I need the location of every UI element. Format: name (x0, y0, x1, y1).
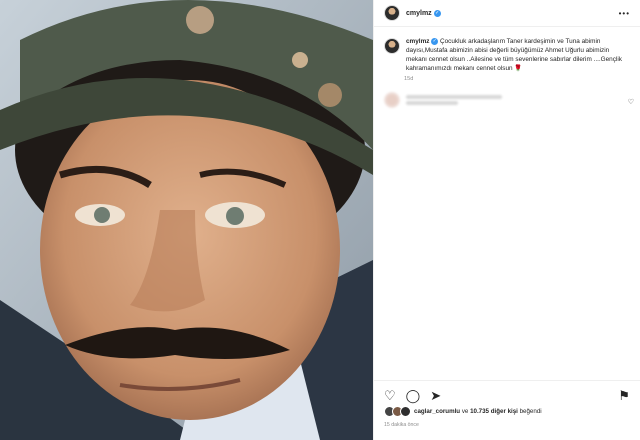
comment-avatar[interactable] (384, 92, 400, 108)
caption-block: cmylmz ✓ Çocukluk arkadaşlarım Taner kar… (374, 27, 640, 73)
likes-text: caglar_corumlu ve 10.735 diğer kişi beğe… (414, 408, 542, 415)
caption-verified-icon: ✓ (431, 37, 439, 45)
post-time: 15 dakika önce (384, 422, 419, 428)
avatar[interactable] (384, 5, 400, 21)
post-header: cmylmz ✓ ••• (374, 0, 640, 27)
like-icon[interactable]: ♡ (384, 389, 396, 402)
caption: cmylmz ✓ Çocukluk arkadaşlarım Taner kar… (406, 37, 630, 73)
likes-connector: ve (460, 408, 471, 415)
action-bar: ♡ ◯ ➤ ⚑ (374, 380, 640, 409)
comment-blurred-text (406, 93, 502, 107)
username[interactable]: cmylmz (406, 10, 432, 17)
liker-username[interactable]: caglar_corumlu (414, 408, 460, 415)
comment-like-icon[interactable]: ♡ (628, 98, 634, 106)
save-icon[interactable]: ⚑ (618, 389, 630, 402)
portrait-image (0, 0, 373, 440)
verified-badge-icon: ✓ (433, 9, 441, 17)
comment-icon[interactable]: ◯ (406, 389, 421, 402)
share-icon[interactable]: ➤ (430, 389, 441, 402)
post-side-panel: cmylmz ✓ ••• cmylmz ✓ Çocukluk arkadaşla… (373, 0, 640, 440)
more-options-icon[interactable]: ••• (619, 9, 630, 18)
likes-count[interactable]: 10.735 diğer kişi (470, 408, 518, 415)
caption-avatar[interactable] (384, 38, 400, 54)
caption-username[interactable]: cmylmz (406, 38, 429, 45)
likes-suffix: beğendi (517, 408, 542, 415)
rose-emoji: 🌹 (514, 65, 523, 72)
likes-row: caglar_corumlu ve 10.735 diğer kişi beğe… (384, 406, 542, 417)
post-photo[interactable] (0, 0, 373, 440)
liker-avatar[interactable] (400, 406, 411, 417)
comment-item: ♡ (374, 82, 640, 108)
